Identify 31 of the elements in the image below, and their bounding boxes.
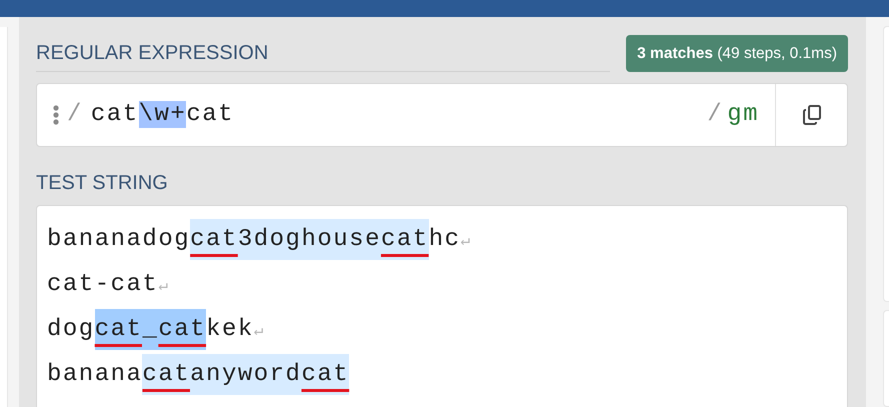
- line-end-mark: ↵: [158, 276, 168, 297]
- delimiter: /: [707, 100, 724, 130]
- test-text: banana: [47, 360, 142, 390]
- regex-token: cat: [186, 101, 234, 128]
- test-text: bananadog: [47, 225, 190, 255]
- match-text: cat: [94, 309, 142, 350]
- match-info-badge: 3 matches (49 steps, 0.1ms): [626, 35, 848, 72]
- regex-token: \w+: [138, 101, 186, 128]
- match-text: cat: [380, 219, 429, 260]
- drag-handle-icon[interactable]: [53, 105, 59, 125]
- regex-flags[interactable]: gm: [727, 97, 759, 133]
- regex-token: cat: [90, 101, 139, 128]
- match-text: 3doghouse: [238, 219, 381, 260]
- section-title: REGULAR EXPRESSION: [36, 42, 268, 64]
- test-text: dog: [47, 315, 95, 345]
- delimiter: /: [67, 100, 83, 130]
- match-text: cat: [301, 354, 350, 395]
- match-text: cat: [142, 354, 190, 395]
- test-text: hc: [428, 225, 460, 255]
- copy-icon: [802, 104, 822, 126]
- match-text: cat: [158, 309, 206, 350]
- match-text: cat: [190, 219, 238, 260]
- match-text: _: [142, 309, 158, 350]
- test-text: kek: [206, 315, 254, 345]
- section-title: TEST STRING: [36, 172, 168, 194]
- test-text: cat-cat: [47, 270, 158, 300]
- regex-field[interactable]: / cat\w+cat / gm: [36, 83, 848, 147]
- match-text: anyword: [190, 354, 302, 395]
- test-string-field[interactable]: bananadogcat 3doghousecat hc↵ cat-cat↵ dogcat_cat kek↵ bananacat anyword cat: [36, 205, 848, 407]
- line-end-mark: ↵: [254, 321, 264, 342]
- line-end-mark: ↵: [460, 231, 470, 252]
